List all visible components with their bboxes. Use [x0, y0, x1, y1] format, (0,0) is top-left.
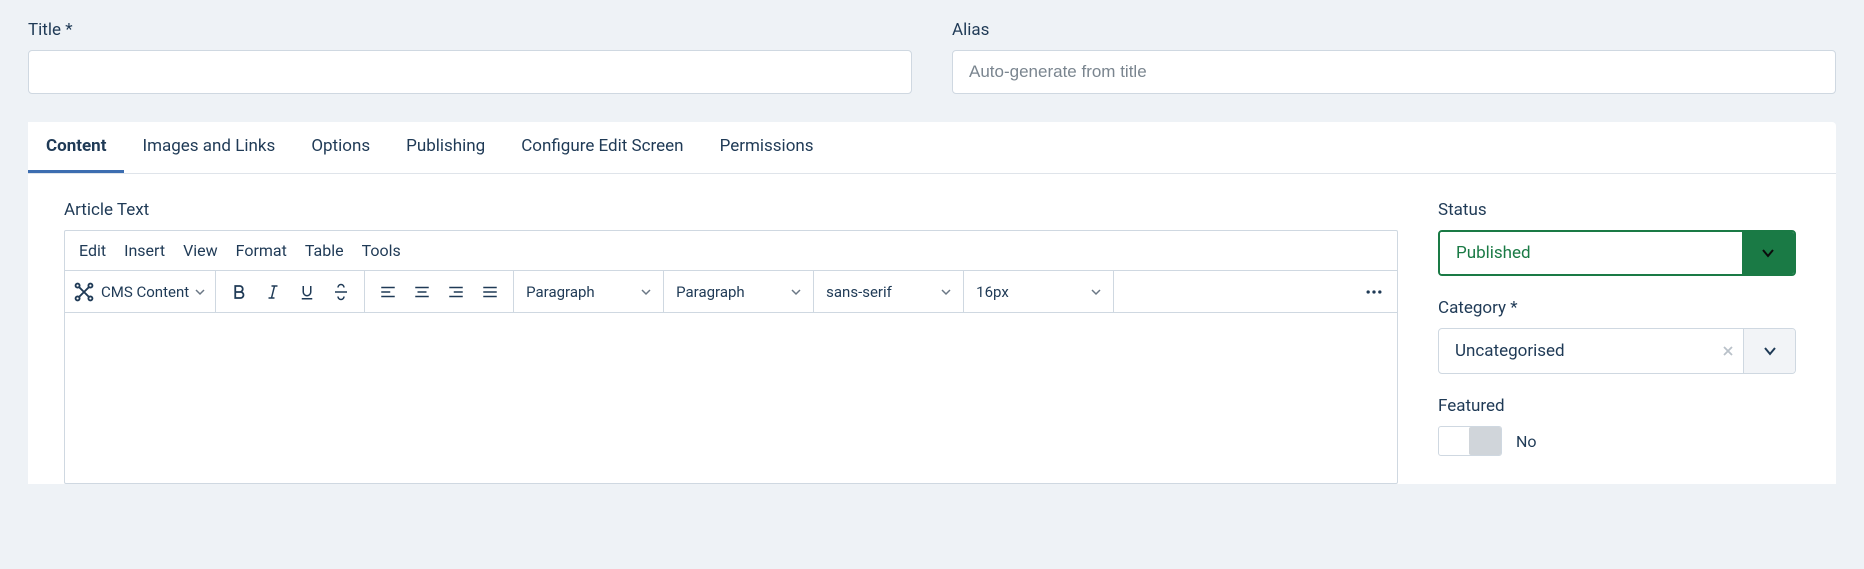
menu-edit[interactable]: Edit	[79, 241, 106, 260]
alias-label: Alias	[952, 20, 1836, 40]
status-label: Status	[1438, 200, 1796, 220]
tab-permissions[interactable]: Permissions	[702, 122, 832, 173]
featured-value: No	[1516, 432, 1537, 451]
underline-button[interactable]	[290, 275, 324, 309]
category-clear-button[interactable]	[1713, 329, 1743, 373]
chevron-down-icon	[1760, 245, 1776, 261]
joomla-icon	[73, 281, 95, 303]
strikethrough-button[interactable]	[324, 275, 358, 309]
align-left-button[interactable]	[371, 275, 405, 309]
menu-view[interactable]: View	[183, 241, 218, 260]
category-value: Uncategorised	[1439, 329, 1713, 373]
cms-content-dropdown[interactable]: CMS Content	[65, 271, 216, 312]
chevron-down-icon	[195, 287, 205, 297]
block-format-value-1: Paragraph	[526, 283, 595, 301]
block-format-value-2: Paragraph	[676, 283, 745, 301]
font-family-select[interactable]: sans-serif	[814, 271, 964, 312]
more-button[interactable]	[1357, 275, 1391, 309]
tab-publishing[interactable]: Publishing	[388, 122, 503, 173]
chevron-down-icon	[1762, 343, 1778, 359]
chevron-down-icon	[941, 287, 951, 297]
chevron-down-icon	[641, 287, 651, 297]
category-label: Category *	[1438, 298, 1796, 318]
block-format-select-2[interactable]: Paragraph	[664, 271, 814, 312]
tab-configure-edit-screen[interactable]: Configure Edit Screen	[503, 122, 701, 173]
alias-input[interactable]	[952, 50, 1836, 94]
status-dropdown-button[interactable]	[1742, 232, 1794, 274]
editor-container: Edit Insert View Format Table Tools	[64, 230, 1398, 484]
toggle-knob	[1469, 427, 1501, 455]
chevron-down-icon	[791, 287, 801, 297]
tab-bar: Content Images and Links Options Publish…	[28, 122, 1836, 174]
status-select[interactable]: Published	[1438, 230, 1796, 276]
chevron-down-icon	[1091, 287, 1101, 297]
menu-insert[interactable]: Insert	[124, 241, 165, 260]
align-justify-button[interactable]	[473, 275, 507, 309]
menu-format[interactable]: Format	[236, 241, 287, 260]
close-icon	[1722, 345, 1734, 357]
font-family-value: sans-serif	[826, 283, 892, 301]
bold-button[interactable]	[222, 275, 256, 309]
tab-options[interactable]: Options	[293, 122, 388, 173]
cms-content-label: CMS Content	[101, 283, 189, 301]
menu-tools[interactable]: Tools	[362, 241, 401, 260]
tab-content[interactable]: Content	[28, 122, 124, 173]
category-dropdown-button[interactable]	[1743, 329, 1795, 373]
editor-textarea[interactable]	[65, 313, 1397, 483]
tab-images-links[interactable]: Images and Links	[124, 122, 293, 173]
menu-table[interactable]: Table	[305, 241, 344, 260]
align-right-button[interactable]	[439, 275, 473, 309]
status-value: Published	[1440, 232, 1742, 274]
font-size-select[interactable]: 16px	[964, 271, 1114, 312]
block-format-select-1[interactable]: Paragraph	[514, 271, 664, 312]
title-input[interactable]	[28, 50, 912, 94]
italic-button[interactable]	[256, 275, 290, 309]
category-select[interactable]: Uncategorised	[1438, 328, 1796, 374]
title-label: Title *	[28, 20, 912, 40]
align-center-button[interactable]	[405, 275, 439, 309]
article-text-label: Article Text	[64, 200, 1398, 220]
font-size-value: 16px	[976, 283, 1009, 301]
featured-toggle[interactable]	[1438, 426, 1502, 456]
featured-label: Featured	[1438, 396, 1796, 416]
